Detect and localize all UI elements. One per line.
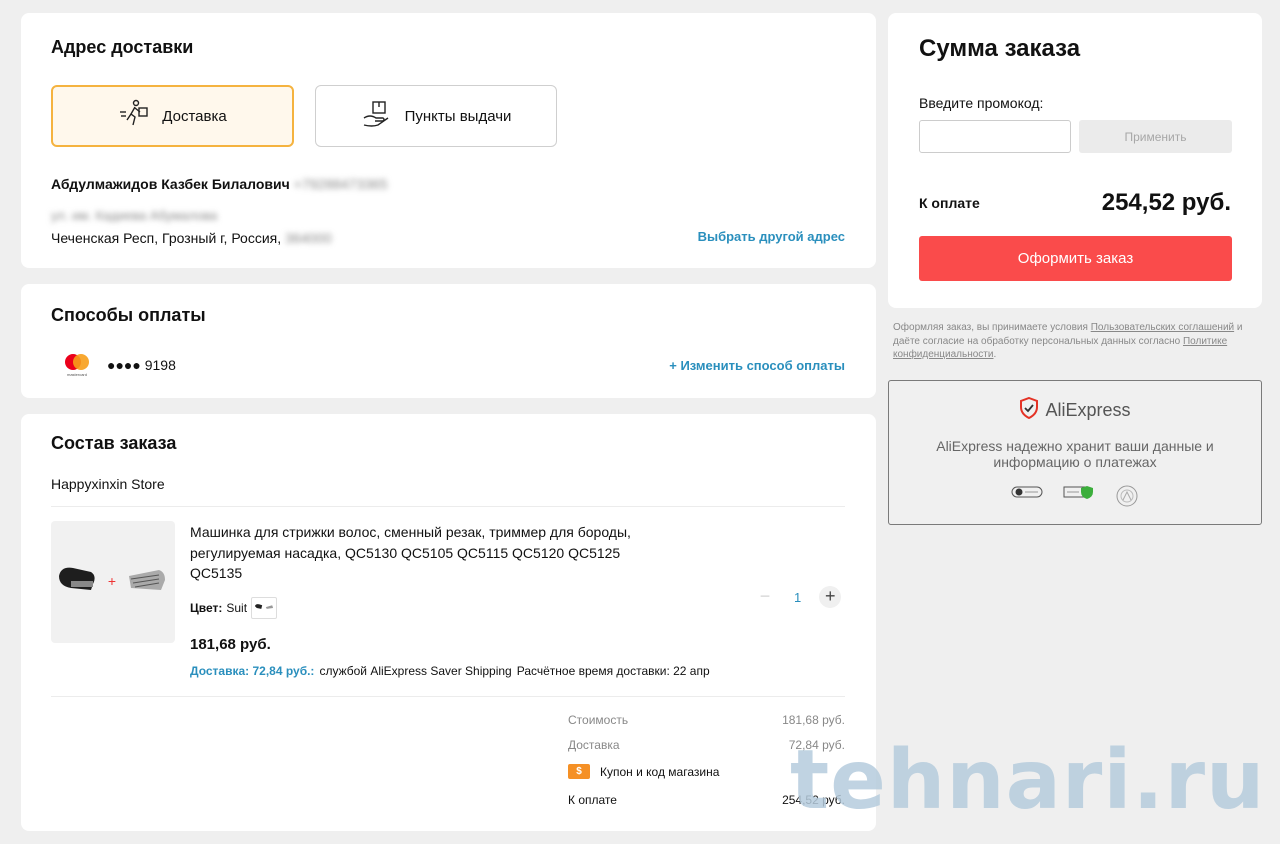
change-address-link[interactable]: Выбрать другой адрес <box>698 229 845 244</box>
pci-badge-icon <box>1011 484 1043 513</box>
svg-text:+: + <box>108 573 116 589</box>
user-agreement-link[interactable]: Пользовательских соглашений <box>1091 322 1234 333</box>
secure-payment-badge-icon <box>1063 484 1095 513</box>
total-pay-label: К оплате <box>568 793 617 807</box>
recipient-name: Абдулмажидов Казбек Билалович <box>51 176 290 192</box>
cost-label: Стоимость <box>568 713 629 727</box>
quantity-value: 1 <box>794 589 802 605</box>
product-image[interactable]: + <box>51 521 175 643</box>
shipping-info: Доставка: 72,84 руб.: службой AliExpress… <box>190 664 710 678</box>
card-brand-text: mastercard <box>67 372 87 377</box>
security-text: AliExpress надежно хранит ваши данные и … <box>936 438 1214 470</box>
pickup-option-button[interactable]: Пункты выдачи <box>315 85 557 147</box>
brand-name: AliExpress <box>1045 400 1131 420</box>
delivery-option-label: Доставка <box>162 107 227 125</box>
zip-code: 364000 <box>285 230 332 246</box>
plus-icon[interactable]: + <box>819 586 842 608</box>
shipping-service: службой AliExpress Saver Shipping <box>319 664 512 678</box>
city-line: Чеченская Респ, Грозный г, Россия, 36400… <box>51 230 332 246</box>
promo-label: Введите промокод: <box>919 95 1044 111</box>
product-color: Цвет: Suit <box>190 597 278 619</box>
address-title: Адрес доставки <box>51 37 194 57</box>
delivery-address-card: Адрес доставки Доставка Пункты выдачи Аб… <box>21 13 876 268</box>
terms-text: . <box>993 349 997 360</box>
order-title: Состав заказа <box>51 433 177 453</box>
pickup-option-label: Пункты выдачи <box>404 107 512 125</box>
coupon-label: Купон и код магазина <box>600 764 720 779</box>
security-badges <box>889 484 1261 513</box>
totals-cost-row: Стоимость 181,68 руб. <box>568 713 845 727</box>
delivery-label: Доставка <box>568 738 620 752</box>
product-title[interactable]: Машинка для стрижки волос, сменный резак… <box>190 522 660 584</box>
change-payment-link[interactable]: + Изменить способ оплаты <box>669 358 845 373</box>
summary-pay-label: К оплате <box>919 195 980 211</box>
street-line: ул. им. Кадиева Абумалова <box>51 208 218 223</box>
promo-code-input[interactable] <box>919 120 1071 153</box>
color-value: Suit <box>226 601 248 615</box>
product-price: 181,68 руб. <box>190 636 271 653</box>
security-notice-box: AliExpress AliExpress надежно хранит ваш… <box>888 380 1262 525</box>
store-name: Happyxinxin Store <box>51 476 165 492</box>
terms-notice: Оформляя заказ, вы принимаете условия По… <box>893 321 1253 362</box>
delivery-option-button[interactable]: Доставка <box>51 85 294 147</box>
color-label: Цвет: <box>190 601 223 615</box>
checkout-button[interactable]: Оформить заказ <box>919 236 1232 281</box>
pickup-box-icon <box>361 98 393 134</box>
summary-title: Сумма заказа <box>919 35 1081 62</box>
shipping-price: Доставка: 72,84 руб.: <box>190 664 315 678</box>
watermark: tehnari.ru <box>790 733 1266 828</box>
card-number: ●●●● 9198 <box>107 357 176 373</box>
shield-check-icon <box>1019 396 1039 424</box>
quantity-stepper: − 1 + <box>754 586 842 608</box>
terms-text: Оформляя заказ, вы принимаете условия <box>893 322 1091 333</box>
payment-title: Способы оплаты <box>51 305 206 325</box>
divider <box>51 696 845 697</box>
color-swatch <box>251 597 278 619</box>
payment-methods-card: Способы оплаты mastercard ●●●● 9198 + Из… <box>21 284 876 398</box>
mastercard-icon: mastercard <box>61 352 93 378</box>
courier-icon <box>118 98 150 134</box>
certificate-badge-icon <box>1115 484 1139 513</box>
recipient-line: Абдулмажидов Казбек Билалович +792884733… <box>51 176 387 192</box>
cost-value: 181,68 руб. <box>782 713 845 727</box>
aliexpress-logo: AliExpress <box>889 396 1261 424</box>
order-summary-card: Сумма заказа Введите промокод: Применить… <box>888 13 1262 308</box>
recipient-phone: +79288473365 <box>293 176 388 192</box>
divider <box>51 506 845 507</box>
minus-icon[interactable]: − <box>754 586 776 608</box>
city-text: Чеченская Респ, Грозный г, Россия, <box>51 230 282 246</box>
order-contents-card: Состав заказа Happyxinxin Store + Машинк… <box>21 414 876 831</box>
apply-promo-button[interactable]: Применить <box>1079 120 1232 153</box>
summary-pay-total: 254,52 руб. <box>1101 189 1231 216</box>
shipping-eta: Расчётное время доставки: 22 апр <box>516 664 710 678</box>
coupon-icon: $ <box>568 764 590 779</box>
